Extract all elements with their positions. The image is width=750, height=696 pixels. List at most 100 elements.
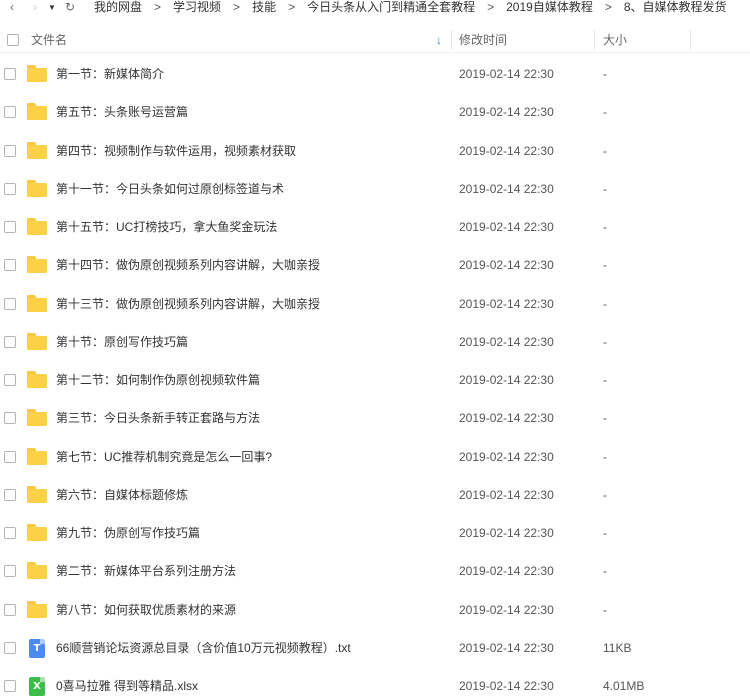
back-arrow-icon[interactable]: ‹ bbox=[0, 0, 24, 14]
file-name[interactable]: 第四节：视频制作与软件运用，视频素材获取 bbox=[56, 144, 296, 158]
folder-icon bbox=[27, 141, 47, 160]
row-checkbox[interactable] bbox=[4, 603, 16, 616]
select-all-checkbox[interactable] bbox=[7, 33, 19, 46]
file-name[interactable]: 第十节：原创写作技巧篇 bbox=[56, 335, 188, 349]
file-size: 11KB bbox=[603, 640, 632, 655]
row-checkbox[interactable] bbox=[4, 680, 16, 692]
breadcrumb-item[interactable]: 2019自媒体教程 bbox=[500, 0, 599, 14]
breadcrumb-item[interactable]: 今日头条从入门到精通全套教程 bbox=[301, 0, 481, 14]
file-size: - bbox=[603, 67, 607, 81]
modified-time: 2019-02-14 22:30 bbox=[459, 487, 554, 502]
folder-row[interactable]: 第十四节：做伪原创视频系列内容讲解，大咖亲授 2019-02-14 22:30 - bbox=[0, 246, 750, 284]
select-all-checkbox-cell[interactable] bbox=[0, 27, 26, 53]
file-name[interactable]: 第六节：自媒体标题修炼 bbox=[56, 488, 188, 502]
modified-time: 2019-02-14 22:30 bbox=[459, 181, 554, 196]
column-divider[interactable] bbox=[451, 30, 452, 50]
column-divider[interactable] bbox=[594, 30, 595, 50]
file-name[interactable]: 第十一节：今日头条如何过原创标签道与术 bbox=[56, 182, 284, 196]
row-checkbox[interactable] bbox=[4, 297, 16, 310]
refresh-icon[interactable]: ↻ bbox=[58, 0, 82, 14]
row-checkbox[interactable] bbox=[4, 641, 16, 654]
folder-row[interactable]: 第三节：今日头条新手转正套路与方法 2019-02-14 22:30 - bbox=[0, 399, 750, 437]
file-name[interactable]: 第十五节：UC打榜技巧，拿大鱼奖金玩法 bbox=[56, 220, 277, 234]
file-size: - bbox=[603, 449, 607, 464]
row-checkbox[interactable] bbox=[4, 259, 16, 272]
file-name[interactable]: 66顺营销论坛资源总目录（含价值10万元视频教程）.txt bbox=[56, 641, 351, 655]
folder-row[interactable]: 第十一节：今日头条如何过原创标签道与术 2019-02-14 22:30 - bbox=[0, 170, 750, 208]
row-checkbox[interactable] bbox=[4, 182, 16, 195]
folder-icon bbox=[27, 447, 47, 466]
file-name[interactable]: 第九节：伪原创写作技巧篇 bbox=[56, 526, 200, 540]
file-size: - bbox=[603, 373, 607, 387]
row-checkbox[interactable] bbox=[4, 68, 16, 80]
breadcrumb-separator-icon: > bbox=[604, 0, 612, 14]
file-row[interactable]: T 66顺营销论坛资源总目录（含价值10万元视频教程）.txt 2019-02-14… bbox=[0, 629, 750, 667]
row-checkbox[interactable] bbox=[4, 106, 16, 119]
modified-time: 2019-02-14 22:30 bbox=[459, 105, 554, 120]
column-divider[interactable] bbox=[690, 30, 691, 50]
file-name[interactable]: 第十四节：做伪原创视频系列内容讲解，大咖亲授 bbox=[56, 258, 320, 272]
file-name[interactable]: 第一节：新媒体简介 bbox=[56, 67, 164, 81]
folder-row[interactable]: 第二节：新媒体平台系列注册方法 2019-02-14 22:30 - bbox=[0, 552, 750, 590]
file-size: - bbox=[603, 220, 607, 234]
folder-icon bbox=[27, 332, 47, 351]
folder-row[interactable]: 第八节：如何获取优质素材的来源 2019-02-14 22:30 - bbox=[0, 591, 750, 629]
file-name[interactable]: 0喜马拉雅 得到等精品.xlsx bbox=[56, 679, 198, 693]
folder-icon bbox=[27, 218, 47, 236]
column-header-size[interactable]: 大小 bbox=[603, 27, 627, 53]
column-header-name[interactable]: 文件名 bbox=[26, 27, 451, 53]
file-size: 4.01MB bbox=[603, 679, 645, 693]
folder-icon bbox=[27, 294, 47, 313]
row-checkbox[interactable] bbox=[4, 488, 16, 501]
folder-row[interactable]: 第十节：原创写作技巧篇 2019-02-14 22:30 - bbox=[0, 323, 750, 361]
modified-time: 2019-02-14 22:30 bbox=[459, 411, 554, 426]
file-size: - bbox=[603, 296, 607, 311]
history-dropdown-icon[interactable]: ▼ bbox=[46, 0, 58, 14]
folder-row[interactable]: 第十五节：UC打榜技巧，拿大鱼奖金玩法 2019-02-14 22:30 - bbox=[0, 208, 750, 246]
folder-icon bbox=[27, 256, 47, 274]
row-checkbox[interactable] bbox=[4, 412, 16, 425]
file-row[interactable]: X 0喜马拉雅 得到等精品.xlsx 2019-02-14 22:30 4.01MB bbox=[0, 667, 750, 696]
folder-row[interactable]: 第九节：伪原创写作技巧篇 2019-02-14 22:30 - bbox=[0, 514, 750, 552]
row-checkbox[interactable] bbox=[4, 221, 16, 233]
breadcrumb-separator-icon: > bbox=[233, 0, 241, 14]
breadcrumb-item[interactable]: 学习视频 bbox=[167, 0, 227, 14]
folder-row[interactable]: 第十二节：如何制作伪原创视频软件篇 2019-02-14 22:30 - bbox=[0, 361, 750, 399]
breadcrumb: 我的网盘 > 学习视频 > 技能 > 今日头条从入门到精通全套教程 >2019自媒体教程 >8、… bbox=[88, 0, 733, 14]
row-checkbox[interactable] bbox=[4, 144, 16, 157]
modified-time: 2019-02-14 22:30 bbox=[459, 526, 554, 540]
column-header-date-label: 修改时间 bbox=[459, 33, 508, 47]
file-size: - bbox=[603, 143, 607, 158]
file-size: - bbox=[603, 258, 607, 273]
file-name[interactable]: 第七节：UC推荐机制究竟是怎么一回事? bbox=[56, 450, 272, 464]
row-checkbox[interactable] bbox=[4, 450, 16, 463]
file-name[interactable]: 第二节：新媒体平台系列注册方法 bbox=[56, 564, 236, 578]
breadcrumb-separator-icon: > bbox=[487, 0, 495, 14]
row-checkbox[interactable] bbox=[4, 565, 16, 578]
file-name[interactable]: 第十二节：如何制作伪原创视频软件篇 bbox=[56, 373, 260, 387]
file-name[interactable]: 第十三节：做伪原创视频系列内容讲解，大咖亲授 bbox=[56, 297, 320, 311]
breadcrumb-item[interactable]: 8、自媒体教程发货 bbox=[618, 0, 733, 14]
file-name[interactable]: 第五节：头条账号运营篇 bbox=[56, 105, 188, 119]
row-checkbox[interactable] bbox=[4, 527, 16, 539]
breadcrumb-separator-icon: > bbox=[288, 0, 296, 14]
folder-icon bbox=[27, 485, 47, 504]
file-name[interactable]: 第三节：今日头条新手转正套路与方法 bbox=[56, 411, 260, 425]
folder-icon bbox=[27, 524, 47, 542]
folder-row[interactable]: 第七节：UC推荐机制究竟是怎么一回事? 2019-02-14 22:30 - bbox=[0, 438, 750, 476]
folder-row[interactable]: 第十三节：做伪原创视频系列内容讲解，大咖亲授 2019-02-14 22:30 - bbox=[0, 285, 750, 323]
row-checkbox[interactable] bbox=[4, 374, 16, 386]
breadcrumb-item[interactable]: 我的网盘 bbox=[88, 0, 148, 14]
column-header-date[interactable]: 修改时间 bbox=[459, 27, 507, 53]
breadcrumb-item[interactable]: 技能 bbox=[246, 0, 282, 14]
row-checkbox[interactable] bbox=[4, 335, 16, 348]
folder-row[interactable]: 第一节：新媒体简介 2019-02-14 22:30 - bbox=[0, 55, 750, 93]
file-size: - bbox=[603, 526, 607, 540]
folder-row[interactable]: 第四节：视频制作与软件运用，视频素材获取 2019-02-14 22:30 - bbox=[0, 132, 750, 170]
folder-row[interactable]: 第六节：自媒体标题修炼 2019-02-14 22:30 - bbox=[0, 476, 750, 514]
file-size: - bbox=[603, 564, 607, 579]
modified-time: 2019-02-14 22:30 bbox=[459, 143, 554, 158]
forward-arrow-icon[interactable]: › bbox=[24, 0, 46, 14]
folder-row[interactable]: 第五节：头条账号运营篇 2019-02-14 22:30 - bbox=[0, 93, 750, 131]
file-name[interactable]: 第八节：如何获取优质素材的来源 bbox=[56, 603, 236, 617]
